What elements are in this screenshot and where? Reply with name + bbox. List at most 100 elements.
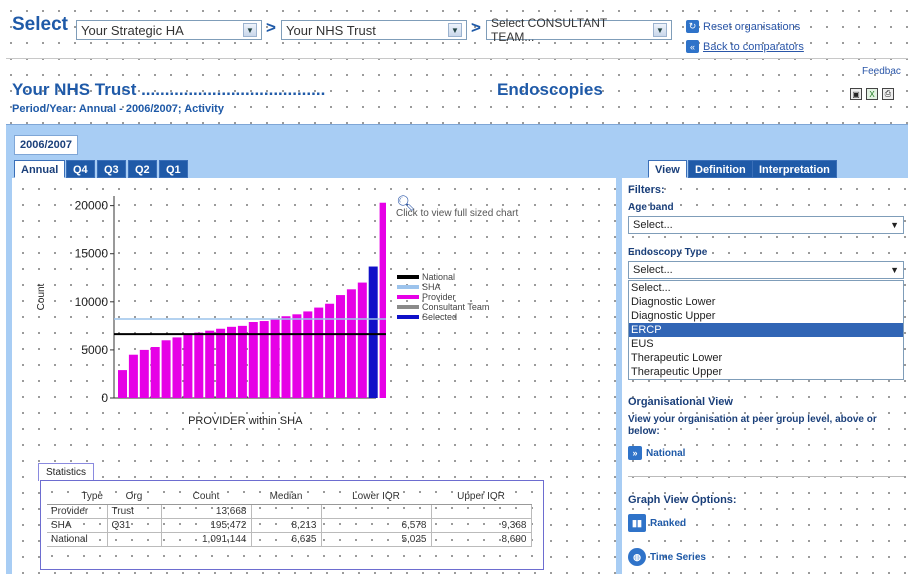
cell-upper-iqr: 9,368	[431, 518, 532, 533]
legend-national: National	[397, 272, 489, 282]
cell-median	[251, 504, 322, 519]
option-diagnostic-upper[interactable]: Diagnostic Upper	[629, 309, 903, 323]
reset-organisations-link[interactable]: ↻ Reset organisations	[686, 20, 800, 33]
org-view-heading: Organisational View	[628, 396, 733, 408]
chart-bar	[259, 321, 269, 398]
legend-label: SHA	[422, 282, 441, 292]
national-link[interactable]: » National	[628, 446, 685, 460]
chart-bar	[227, 326, 236, 398]
back-to-comparators-link[interactable]: « Back to comparators	[686, 40, 804, 53]
endoscopy-type-value: Select...	[633, 264, 673, 276]
cell-org: Q31	[107, 518, 162, 533]
option-select[interactable]: Select...	[629, 281, 903, 295]
tab-q3[interactable]: Q3	[97, 160, 126, 178]
chart-bar	[183, 334, 193, 398]
col-lower-iqr: Lower IQR	[321, 489, 431, 505]
tab-definition[interactable]: Definition	[688, 160, 753, 178]
chart-bar	[118, 370, 127, 398]
chart-bar	[172, 337, 182, 398]
period-subtitle: Period/Year: Annual - 2006/2007; Activit…	[12, 103, 224, 115]
consultant-team-value: Select CONSULTANT TEAM...	[491, 16, 608, 44]
y-tick-label: 5000	[81, 343, 108, 357]
chart-bar	[346, 289, 356, 398]
strategic-ha-value: Your Strategic HA	[81, 22, 184, 38]
legend-provider: Provider	[397, 292, 489, 302]
cell-upper-iqr: 8,690	[431, 532, 532, 547]
national-link-label: National	[646, 447, 686, 459]
legend-selected: Selected	[397, 312, 489, 322]
option-diagnostic-lower[interactable]: Diagnostic Lower	[629, 295, 903, 309]
divider	[6, 58, 908, 59]
back-label: Back to comparators	[703, 40, 804, 53]
filters-heading: Filters:	[628, 184, 665, 196]
age-band-label: Age band	[628, 202, 674, 213]
cell-lower-iqr: 5,025	[321, 532, 432, 547]
statistics-tab[interactable]: Statistics	[38, 463, 95, 481]
cell-count: 1,091,144	[161, 532, 252, 547]
ranked-option[interactable]: ▮▮ Ranked	[628, 514, 686, 532]
chevron-down-icon: ▼	[243, 23, 257, 37]
chevron-down-icon: ▼	[890, 220, 899, 230]
legend-label: National	[422, 272, 456, 282]
y-tick-label: 0	[101, 391, 108, 405]
chart-bar	[379, 202, 386, 398]
tab-q1[interactable]: Q1	[159, 160, 188, 178]
chart-bar	[139, 349, 149, 398]
col-org: Org	[107, 489, 161, 505]
double-right-arrow-icon: »	[628, 446, 642, 460]
nhs-trust-value: Your NHS Trust	[286, 22, 376, 38]
strategic-ha-dropdown[interactable]: Your Strategic HA ▼	[76, 20, 262, 40]
double-left-arrow-icon: «	[686, 40, 699, 53]
bar-chart-icon: ▮▮	[628, 514, 646, 532]
legend-sha: SHA	[397, 282, 489, 292]
chart-bar	[205, 330, 215, 398]
full-chart-link[interactable]: Click to view full sized chart	[396, 208, 518, 219]
chart-bar	[128, 354, 138, 398]
chart-bar	[237, 325, 247, 398]
globe-icon: ◍	[628, 548, 646, 566]
legend-label: Consultant Team	[422, 302, 490, 312]
option-therapeutic-lower[interactable]: Therapeutic Lower	[629, 351, 903, 365]
reset-label: Reset organisations	[703, 20, 801, 33]
chart-bar	[357, 282, 367, 398]
cell-type: Provider	[47, 504, 108, 519]
separator-arrow: >	[471, 18, 481, 37]
chart-bar	[150, 347, 160, 398]
save-icon[interactable]: ▣	[850, 88, 862, 100]
age-band-select[interactable]: Select... ▼	[628, 216, 904, 234]
consultant-team-dropdown[interactable]: Select CONSULTANT TEAM... ▼	[486, 16, 672, 44]
cell-median: 6,635	[251, 532, 322, 547]
endoscopy-type-select[interactable]: Select... ▼	[628, 261, 904, 279]
statistics-table: Type Org Count Median Lower IQR Upper IQ…	[47, 489, 532, 547]
cell-org: Trust	[107, 504, 162, 519]
nhs-trust-dropdown[interactable]: Your NHS Trust ▼	[281, 20, 467, 40]
graph-options-heading: Graph View Options:	[628, 494, 737, 506]
option-ercp[interactable]: ERCP	[629, 323, 903, 337]
separator-arrow: >	[266, 18, 276, 37]
chart-bar	[292, 314, 302, 398]
feedback-link[interactable]: Feedbac	[862, 66, 901, 77]
y-tick-label: 20000	[75, 199, 109, 213]
chart-bar	[194, 332, 204, 398]
excel-icon[interactable]: X	[866, 88, 878, 100]
chart-bar	[216, 328, 226, 398]
tab-annual[interactable]: Annual	[14, 160, 66, 178]
toolbar: ▣ X ⎙	[850, 88, 894, 100]
tab-q2[interactable]: Q2	[128, 160, 157, 178]
year-tab[interactable]: 2006/2007	[14, 135, 78, 155]
x-axis-label: PROVIDER within SHA	[188, 415, 303, 427]
print-icon[interactable]: ⎙	[882, 88, 894, 100]
option-therapeutic-upper[interactable]: Therapeutic Upper	[629, 365, 903, 379]
option-eus[interactable]: EUS	[629, 337, 903, 351]
tab-q4[interactable]: Q4	[66, 160, 95, 178]
cell-lower-iqr	[321, 504, 432, 519]
chevron-down-icon: ▼	[448, 23, 462, 37]
tab-view[interactable]: View	[648, 160, 687, 178]
chart-bar	[161, 340, 171, 398]
statistics-panel: Type Org Count Median Lower IQR Upper IQ…	[40, 480, 544, 570]
cell-type: National	[47, 532, 108, 547]
time-series-option[interactable]: ◍ Time Series	[628, 548, 706, 566]
cell-type: SHA	[47, 518, 108, 533]
tab-interpretation[interactable]: Interpretation	[752, 160, 837, 178]
chart-bar	[336, 295, 345, 398]
